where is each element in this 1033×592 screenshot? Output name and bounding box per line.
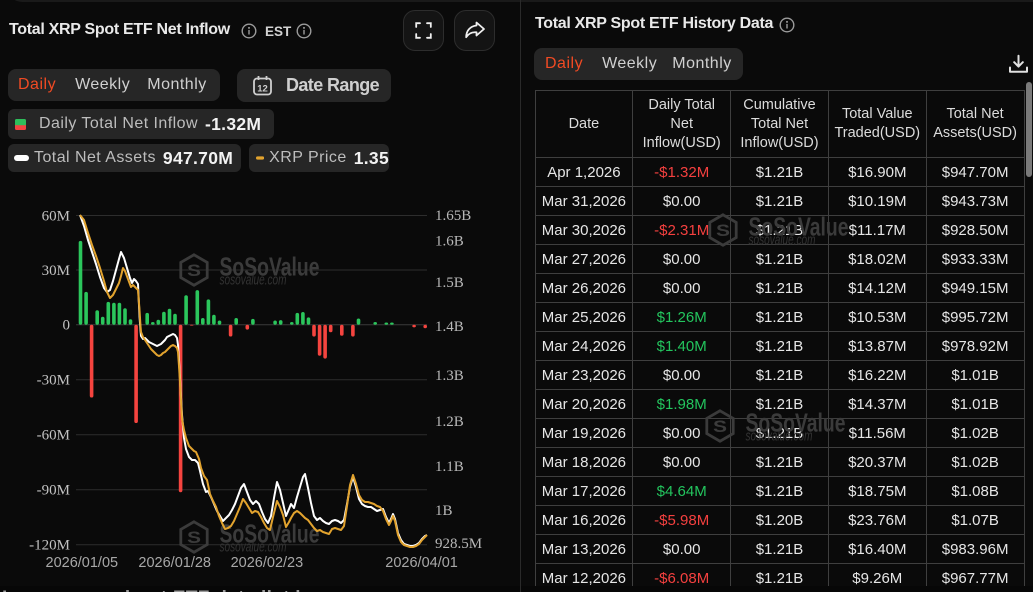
- svg-text:0: 0: [63, 318, 71, 334]
- svg-text:S: S: [187, 528, 201, 547]
- svg-text:1.6B: 1.6B: [435, 234, 464, 250]
- svg-text:1.65B: 1.65B: [435, 208, 471, 224]
- svg-text:-120M: -120M: [29, 538, 70, 554]
- svg-text:1B: 1B: [435, 503, 453, 519]
- svg-text:1.4B: 1.4B: [435, 319, 464, 335]
- svg-text:60M: 60M: [42, 209, 70, 225]
- svg-text:sosovalue.com: sosovalue.com: [220, 539, 287, 556]
- svg-text:928.5M: 928.5M: [435, 536, 482, 552]
- svg-text:S: S: [187, 261, 201, 280]
- svg-text:-30M: -30M: [37, 373, 70, 389]
- svg-text:2026/02/23: 2026/02/23: [231, 555, 304, 571]
- svg-text:1.3B: 1.3B: [435, 368, 464, 384]
- svg-text:-60M: -60M: [37, 428, 70, 444]
- svg-text:1.5B: 1.5B: [435, 275, 464, 291]
- svg-text:2026/04/01: 2026/04/01: [385, 555, 458, 571]
- svg-text:sosovalue.com: sosovalue.com: [220, 272, 287, 289]
- svg-text:2026/01/05: 2026/01/05: [46, 555, 119, 571]
- svg-text:30M: 30M: [42, 263, 70, 279]
- svg-text:2026/01/28: 2026/01/28: [138, 555, 211, 571]
- svg-text:1.1B: 1.1B: [435, 459, 464, 475]
- svg-text:1.2B: 1.2B: [435, 414, 464, 430]
- svg-text:-90M: -90M: [37, 483, 70, 499]
